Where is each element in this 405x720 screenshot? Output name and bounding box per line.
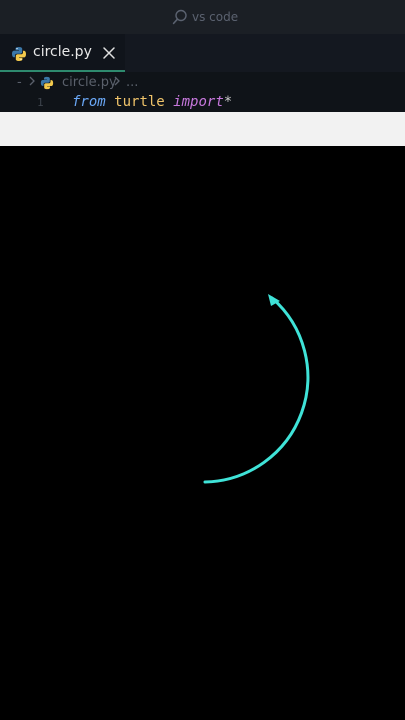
chevron-right-icon: [113, 75, 121, 91]
command-center-search[interactable]: vs code: [172, 8, 238, 26]
keyword-import: import: [173, 94, 224, 110]
turtle-canvas: [0, 146, 405, 720]
python-icon: [40, 76, 54, 94]
module-name: turtle: [114, 94, 165, 110]
screen: vs code circle.py - circle.py ... 1 from…: [0, 0, 405, 720]
search-text: vs code: [192, 10, 239, 24]
turtle-window-titlebar[interactable]: [0, 112, 405, 147]
breadcrumb-file[interactable]: circle.py: [62, 75, 117, 90]
tab-circle-py[interactable]: circle.py: [0, 34, 125, 72]
wildcard: *: [223, 94, 233, 110]
breadcrumb-dash: -: [17, 75, 22, 90]
search-icon: [172, 9, 188, 25]
line-number: 1: [37, 96, 44, 109]
code-line[interactable]: 1 from turtle import*: [0, 94, 405, 112]
breadcrumb: - circle.py ...: [0, 72, 405, 94]
python-icon: [11, 46, 27, 66]
keyword-from: from: [72, 94, 106, 110]
chevron-right-icon: [28, 75, 36, 91]
title-bar: vs code: [0, 0, 405, 34]
tab-label: circle.py: [33, 44, 92, 60]
code-text: from turtle import*: [72, 94, 232, 110]
tab-strip: circle.py: [0, 34, 405, 72]
close-icon[interactable]: [102, 45, 116, 59]
breadcrumb-ellipsis[interactable]: ...: [126, 75, 138, 90]
turtle-arc: [203, 296, 310, 484]
